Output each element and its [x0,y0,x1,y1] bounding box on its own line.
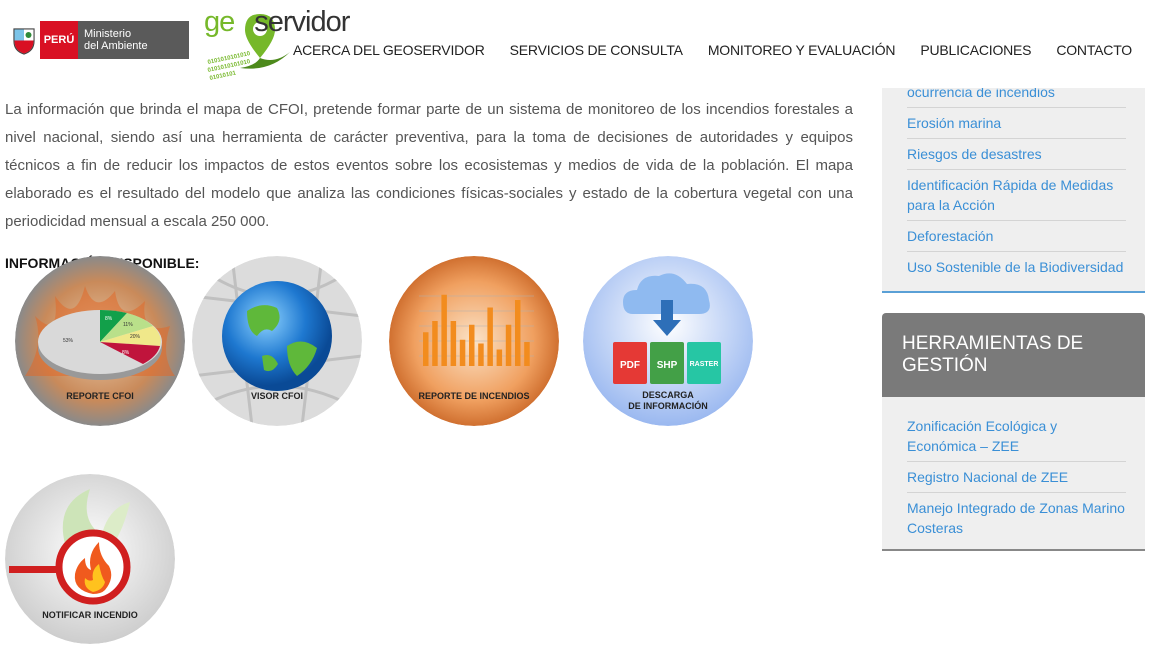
sidebar-item-incendios[interactable]: ocurrencia de incendios [907,88,1126,108]
sidebar-item-deforestacion[interactable]: Deforestación [907,221,1126,252]
nav-acerca[interactable]: ACERCA DEL GEOSERVIDOR [293,42,485,58]
tools-header: HERRAMIENTAS DE GESTIÓN [882,313,1145,397]
intro-paragraph: La información que brinda el mapa de CFO… [5,101,853,230]
tools-item-registro-zee[interactable]: Registro Nacional de ZEE [907,462,1126,493]
ministry-name: Ministerio del Ambiente [78,21,189,59]
reporte-incendios-tile[interactable]: REPORTE DE INCENDIOS [389,256,559,426]
visor-cfoi-tile[interactable]: VISOR CFOI [192,256,362,426]
pie-label: 11% [123,322,133,328]
incendios-bar [450,321,457,366]
minam-logo[interactable]: PERÚ Ministerio del Ambiente [8,20,191,60]
sidebar-item-irma[interactable]: Identificación Rápida de Medidas para la… [907,170,1126,221]
incendios-bar [478,343,484,366]
peru-label: PERÚ [40,21,78,59]
main-content: La información que brinda el mapa de CFO… [5,96,853,271]
notificar-incendio-tile[interactable]: NOTIFICAR INCENDIO [5,474,175,644]
sidebar-item-riesgos[interactable]: Riesgos de desastres [907,139,1126,170]
notificar-incendio-label: NOTIFICAR INCENDIO [42,610,138,620]
incendios-bar [423,332,429,366]
pie-label: 8% [105,316,113,322]
descarga-label-line1: DESCARGA [642,390,694,400]
incendios-bar [505,324,512,366]
ministry-line1: Ministerio [84,28,132,40]
tools-list: Zonificación Ecológica y Económica – ZEE… [882,397,1145,551]
peru-coat-of-arms-icon [8,20,40,60]
tools-item-zee[interactable]: Zonificación Ecológica y Económica – ZEE [907,411,1126,462]
main-nav: ACERCA DEL GEOSERVIDOR SERVICIOS DE CONS… [293,42,1132,58]
sidebar-item-erosion[interactable]: Erosión marina [907,108,1126,139]
site-header: PERÚ Ministerio del Ambiente 01010101010… [0,0,1150,88]
pie-label: 20% [130,334,141,340]
descarga-informacion-tile[interactable]: PDF SHP RASTER DESCARGA DE INFORMACIÓN [583,256,753,426]
visor-cfoi-label: VISOR CFOI [250,391,303,401]
format-raster: RASTER [689,361,719,368]
sidebar-topics-list: ocurrencia de incendios Erosión marina R… [882,88,1145,291]
nav-contacto[interactable]: CONTACTO [1056,42,1132,58]
pie-label: 8% [122,350,130,356]
format-shp: SHP [656,360,678,371]
reporte-cfoi-tile[interactable]: 8% 11% 20% 8% 53% REPORTE CFOI [15,256,185,426]
nav-monitoreo[interactable]: MONITOREO Y EVALUACIÓN [708,42,896,58]
incendios-bar [487,307,493,366]
incendios-bar [524,342,530,366]
reporte-cfoi-label: REPORTE CFOI [66,391,134,401]
incendios-bar [459,339,466,366]
ministry-line2: del Ambiente [84,40,148,52]
geoservidor-wordmark: ge servidor [204,6,350,38]
nav-servicios[interactable]: SERVICIOS DE CONSULTA [510,42,683,58]
incendios-bar [432,321,438,366]
pie-label: 53% [63,338,74,344]
format-pdf: PDF [620,360,640,371]
descarga-label: DESCARGA DE INFORMACIÓN [583,390,753,412]
sidebar-item-biodiversidad[interactable]: Uso Sostenible de la Biodiversidad [907,252,1126,291]
nav-publicaciones[interactable]: PUBLICACIONES [920,42,1031,58]
reporte-incendios-label: REPORTE DE INCENDIOS [418,391,530,401]
incendios-bar [441,294,447,366]
incendios-bar [496,349,503,366]
incendios-bar [469,324,475,366]
tools-item-zonas-costeras[interactable]: Manejo Integrado de Zonas Marino Costera… [907,493,1126,543]
incendios-bar [515,300,521,366]
sidebar-divider [882,291,1145,293]
descarga-label-line2: DE INFORMACIÓN [628,401,708,411]
sidebar: ocurrencia de incendios Erosión marina R… [882,88,1145,551]
